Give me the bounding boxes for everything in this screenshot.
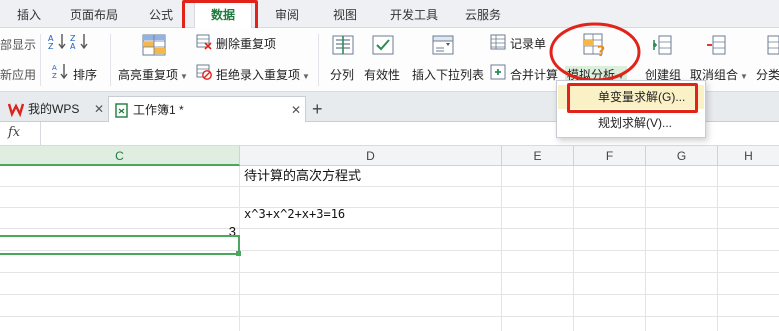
close-icon[interactable]: ✕ bbox=[291, 97, 301, 123]
svg-text:A: A bbox=[52, 64, 57, 72]
grid-line bbox=[573, 166, 574, 331]
grid-line bbox=[0, 294, 779, 295]
close-icon[interactable]: ✕ bbox=[94, 96, 104, 122]
svg-text:A: A bbox=[70, 42, 76, 50]
menu-bar: 插入 页面布局 公式 数据 审阅 视图 开发工具 云服务 bbox=[0, 0, 779, 29]
what-if-dropdown-menu: 单变量求解(G)... 规划求解(V)... bbox=[556, 80, 706, 138]
column-header-e[interactable]: E bbox=[502, 146, 574, 166]
grid-line bbox=[0, 207, 779, 208]
insert-dropdown-list-button[interactable]: 插入下拉列表 bbox=[412, 66, 484, 83]
goal-seek-menu-item[interactable]: 单变量求解(G)... bbox=[558, 85, 704, 109]
tab-data[interactable]: 数据 bbox=[194, 0, 252, 29]
sort-asc-icon[interactable]: AZ bbox=[48, 32, 68, 53]
grid-line bbox=[0, 272, 779, 273]
spreadsheet-grid[interactable]: 待计算的高次方程式 x^3+x^2+x+3=16 3 bbox=[0, 166, 779, 331]
tab-my-wps-label: 我的WPS bbox=[28, 102, 80, 116]
reapply-partial-label[interactable]: 新应用 bbox=[0, 66, 36, 83]
active-cell-selection[interactable] bbox=[0, 235, 240, 255]
highlight-duplicates-button[interactable]: 高亮重复项 ▼ bbox=[118, 66, 188, 83]
split-column-button[interactable]: 分列 bbox=[330, 66, 354, 83]
create-group-icon[interactable] bbox=[652, 34, 674, 59]
fx-icon[interactable]: fx bbox=[8, 125, 20, 140]
sort-desc-icon[interactable]: ZA bbox=[70, 32, 90, 53]
record-form-icon[interactable] bbox=[490, 34, 506, 53]
ribbon-separator bbox=[318, 34, 319, 86]
merge-calculation-button[interactable]: 合并计算 bbox=[510, 66, 558, 83]
reject-duplicates-button[interactable]: 拒绝录入重复项 ▼ bbox=[216, 66, 310, 83]
validity-button[interactable]: 有效性 bbox=[364, 66, 400, 83]
column-header-g[interactable]: G bbox=[646, 146, 718, 166]
tab-page-layout[interactable]: 页面布局 bbox=[62, 0, 126, 28]
tab-view[interactable]: 视图 bbox=[322, 0, 368, 28]
column-header-row: C D E F G H bbox=[0, 146, 779, 166]
highlight-duplicates-icon[interactable] bbox=[142, 34, 166, 59]
svg-text:Z: Z bbox=[48, 42, 54, 50]
cell-d1[interactable]: 待计算的高次方程式 bbox=[244, 166, 361, 186]
tab-my-wps[interactable]: 我的WPS ✕ bbox=[4, 96, 108, 122]
split-column-icon[interactable] bbox=[332, 34, 354, 59]
grid-line bbox=[645, 166, 646, 331]
grid-line bbox=[0, 316, 779, 317]
ribbon-separator bbox=[110, 34, 111, 86]
insert-dropdown-list-icon[interactable] bbox=[432, 34, 454, 59]
what-if-analysis-icon[interactable]: ? bbox=[583, 32, 609, 61]
svg-text:Z: Z bbox=[52, 72, 57, 80]
tab-workbook1[interactable]: 工作簿1 * ✕ bbox=[108, 96, 306, 122]
column-header-c[interactable]: C bbox=[0, 146, 240, 166]
sort-icon[interactable]: AZ bbox=[52, 62, 70, 83]
grid-line bbox=[0, 186, 779, 187]
record-form-button[interactable]: 记录单 bbox=[510, 35, 546, 52]
sort-button[interactable]: 排序 bbox=[73, 66, 97, 83]
grid-line bbox=[501, 166, 502, 331]
grid-line bbox=[717, 166, 718, 331]
new-tab-button[interactable]: + bbox=[312, 96, 332, 122]
validity-icon[interactable] bbox=[372, 34, 394, 59]
tab-review[interactable]: 审阅 bbox=[264, 0, 310, 28]
tab-developer[interactable]: 开发工具 bbox=[382, 0, 446, 28]
ribbon-separator bbox=[40, 34, 41, 86]
column-header-d[interactable]: D bbox=[240, 146, 502, 166]
tab-formulas[interactable]: 公式 bbox=[138, 0, 184, 28]
subtotal-icon[interactable] bbox=[766, 34, 779, 59]
tab-workbook1-label: 工作簿1 * bbox=[133, 103, 184, 117]
svg-text:?: ? bbox=[597, 44, 605, 58]
tab-cloud-service[interactable]: 云服务 bbox=[456, 0, 510, 28]
column-header-f[interactable]: F bbox=[574, 146, 646, 166]
reject-duplicates-icon[interactable] bbox=[196, 64, 212, 83]
merge-calculation-icon[interactable] bbox=[490, 64, 506, 83]
column-header-h[interactable]: H bbox=[718, 146, 779, 166]
tab-insert[interactable]: 插入 bbox=[8, 0, 50, 28]
fill-handle[interactable] bbox=[236, 251, 241, 256]
show-all-partial-label[interactable]: 部显示 bbox=[0, 36, 36, 53]
subtotal-button[interactable]: 分类 bbox=[756, 66, 779, 83]
solver-menu-item[interactable]: 规划求解(V)... bbox=[558, 111, 704, 135]
delete-duplicates-button[interactable]: 删除重复项 bbox=[216, 35, 276, 52]
delete-duplicates-icon[interactable] bbox=[196, 34, 212, 53]
cell-d3[interactable]: x^3+x^2+x+3=16 bbox=[244, 204, 345, 224]
ungroup-icon[interactable] bbox=[706, 34, 728, 59]
